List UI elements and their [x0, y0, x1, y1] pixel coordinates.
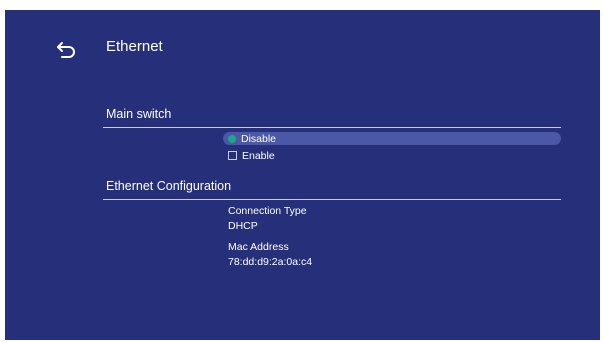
option-disable-label: Disable [241, 132, 277, 145]
radio-unselected-icon [228, 151, 237, 160]
option-disable[interactable]: Disable [223, 132, 561, 145]
back-button[interactable] [54, 37, 80, 63]
mac-address-label: Mac Address [228, 241, 289, 253]
option-enable[interactable]: Enable [223, 149, 561, 162]
mac-address-value: 78:dd:d9:2a:0a:c4 [228, 256, 313, 268]
page-title: Ethernet [106, 38, 163, 55]
main-switch-divider [103, 127, 561, 128]
main-switch-label: Main switch [106, 107, 172, 121]
radio-selected-icon [228, 134, 236, 143]
back-arrow-icon [57, 42, 75, 58]
option-enable-label: Enable [242, 149, 275, 162]
connection-type-label: Connection Type [228, 205, 307, 217]
ethernet-config-label: Ethernet Configuration [106, 179, 232, 193]
connection-type-value: DHCP [228, 220, 258, 232]
ethernet-config-divider [103, 199, 561, 200]
ethernet-settings-screen: Ethernet Main switch Disable Enable Ethe… [5, 10, 600, 340]
